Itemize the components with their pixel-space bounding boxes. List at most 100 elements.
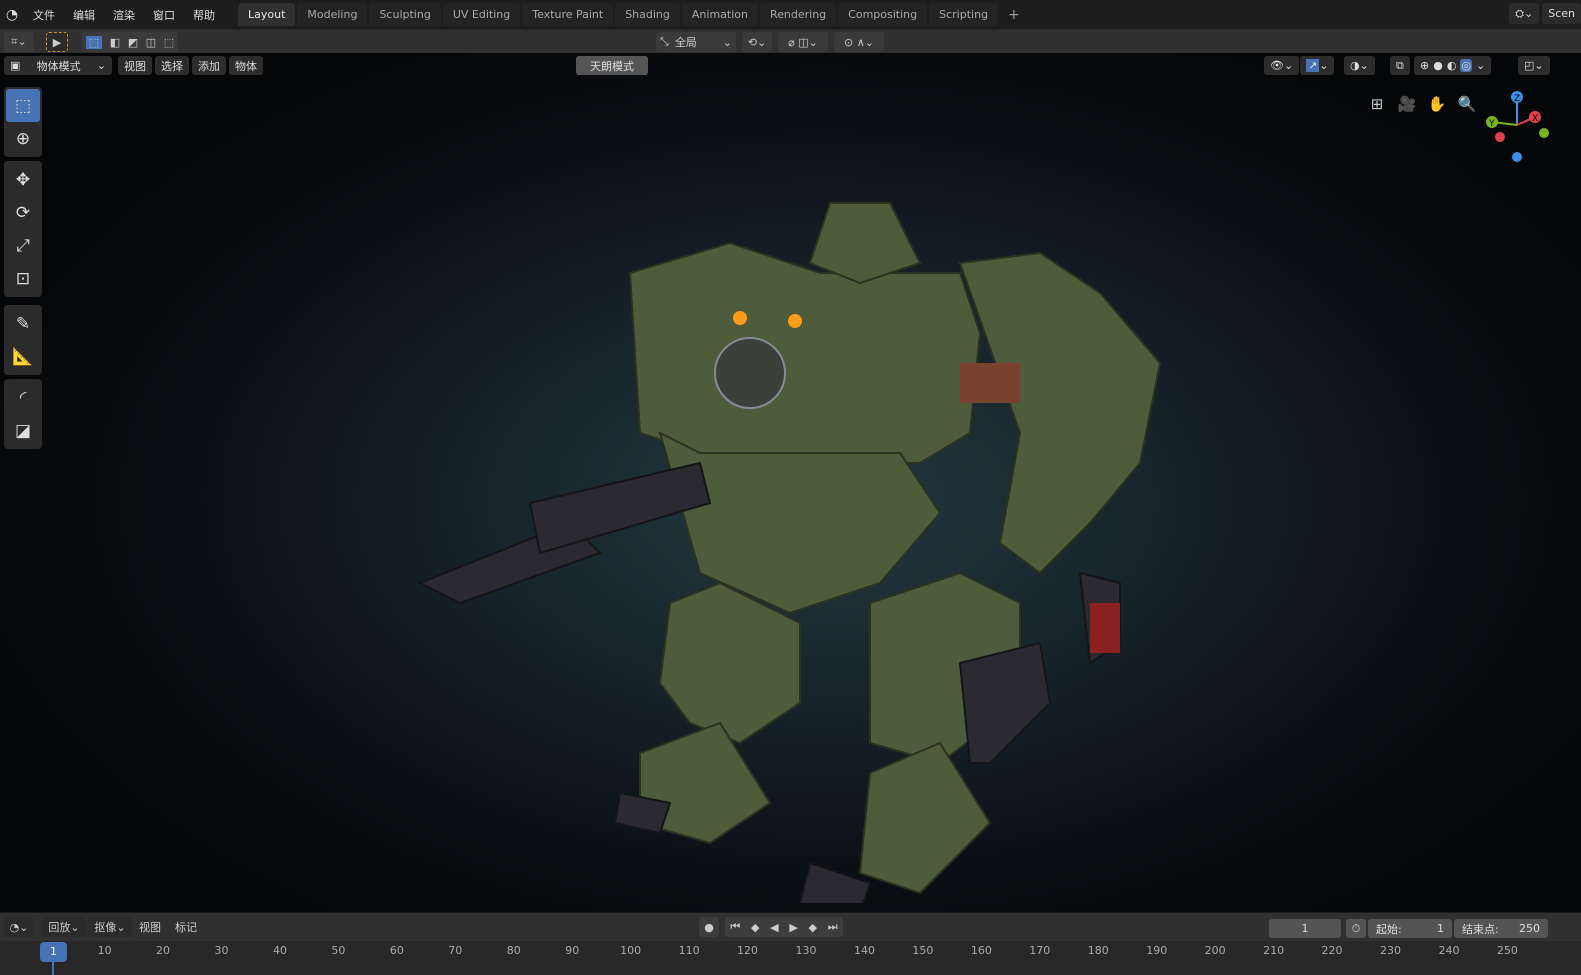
transform-icon[interactable]: ⊡	[6, 262, 40, 295]
svg-text:Y: Y	[1488, 119, 1495, 129]
solid-shading-icon[interactable]: ●	[1433, 59, 1443, 72]
record-icon[interactable]: ●	[699, 917, 719, 937]
toggle-camera-grid-icon[interactable]: ⊞	[1364, 91, 1390, 117]
timeline-menu-marker[interactable]: 标记	[170, 917, 202, 937]
editor-options-dropdown[interactable]: ◰⌄	[1518, 56, 1550, 75]
next-keyframe-icon[interactable]: ◆	[809, 921, 817, 934]
menu-edit[interactable]: 编辑	[64, 7, 104, 23]
menu-add[interactable]: 添加	[192, 56, 226, 75]
menu-object[interactable]: 物体	[229, 56, 263, 75]
editor-type-button[interactable]: ⌗⌄	[4, 32, 34, 52]
menu-file[interactable]: 文件	[24, 7, 64, 23]
end-frame-field[interactable]: 结束点: 250	[1454, 919, 1548, 938]
snap-toggle-icon[interactable]: ⌀ ◫⌄	[778, 32, 828, 52]
mode-dropdown[interactable]: ▣ 物体模式 ⌄	[4, 56, 112, 75]
timeline-ruler[interactable]: 1 10 20 30 40 50 60 70 80 90 100 110 120 130 140 150 16…	[0, 941, 1581, 975]
pan-view-icon[interactable]: ✋	[1424, 91, 1450, 117]
frame-tick: 180	[1087, 944, 1109, 957]
add-workspace-icon[interactable]: +	[1000, 3, 1028, 26]
frame-tick: 240	[1438, 944, 1460, 957]
frame-tick: 80	[506, 944, 521, 957]
start-frame-field[interactable]: 起始: 1	[1368, 919, 1452, 938]
navigation-gizmo[interactable]: Z X Y	[1480, 87, 1560, 167]
move-icon[interactable]: ✥	[6, 163, 40, 196]
proportional-editing-icon[interactable]: ⊙ ∧⌄	[834, 32, 884, 52]
timeline-menu-view[interactable]: 视图	[136, 917, 164, 937]
tab-sculpting[interactable]: Sculpting	[369, 3, 441, 26]
scene-browse-button[interactable]: ⛭⌄	[1509, 3, 1540, 24]
toolbar-transform-group: ✥ ⟳ ⤢ ⊡	[4, 161, 42, 297]
camera-view-icon[interactable]: 🎥	[1394, 91, 1420, 117]
transform-orientation-dropdown[interactable]: ⤡ 全局 ⌄	[656, 32, 736, 52]
rendered-shading-icon[interactable]: ◎	[1460, 59, 1473, 72]
playhead-frame[interactable]: 1	[40, 942, 67, 962]
material-shading-icon[interactable]: ◐	[1447, 59, 1457, 72]
measure-icon[interactable]: 📐	[6, 340, 40, 373]
frame-tick: 120	[737, 944, 759, 957]
mode-intersect-icon[interactable]: ⬚	[164, 36, 174, 49]
frame-tick: 110	[678, 944, 700, 957]
overlays-dropdown[interactable]: ◑⌄	[1344, 56, 1375, 75]
visibility-dropdown[interactable]: 👁⌄	[1264, 56, 1300, 75]
orientation-icon: ⤡	[660, 35, 669, 48]
annotate-icon[interactable]: ✎	[6, 307, 40, 340]
tab-texture-paint[interactable]: Texture Paint	[522, 3, 614, 26]
scene-name[interactable]: Scen	[1542, 3, 1581, 24]
preview-range-icon[interactable]: ⏱	[1346, 919, 1366, 938]
tab-layout[interactable]: Layout	[238, 3, 296, 26]
pivot-point-dropdown[interactable]: ⟲⌄	[742, 32, 772, 52]
3d-viewport[interactable]: ▣ 物体模式 ⌄ 视图 选择 添加 物体 天朗模式 👁⌄ ↗ ⌄ ◑⌄ ⧉ ⊕ ● ◐…	[0, 53, 1581, 912]
workspace-tabs: Layout Modeling Sculpting UV Editing Tex…	[238, 3, 1028, 26]
rotate-icon[interactable]: ⟳	[6, 196, 40, 229]
timeline-editor-type-button[interactable]: ◔⌄	[4, 917, 34, 937]
playback-dropdown[interactable]: 回放 ⌄	[42, 917, 86, 937]
toolbar-select-group: ⬚ ⊕	[4, 87, 42, 157]
frame-tick: 230	[1380, 944, 1401, 957]
tab-scripting[interactable]: Scripting	[929, 3, 999, 26]
start-value: 1	[1437, 922, 1444, 935]
keying-label: 抠像	[94, 921, 117, 934]
object-mode-icon: ▣	[10, 59, 21, 72]
menu-window[interactable]: 窗口	[144, 7, 184, 23]
mode-new-icon[interactable]: ⬚	[85, 35, 103, 49]
mode-subtract-icon[interactable]: ◩	[128, 36, 138, 49]
menu-help[interactable]: 帮助	[184, 7, 224, 23]
gizmo-toggle[interactable]: ↗ ⌄	[1300, 56, 1335, 75]
keying-dropdown[interactable]: 抠像 ⌄	[88, 917, 132, 937]
tab-animation[interactable]: Animation	[681, 3, 758, 26]
zoom-view-icon[interactable]: 🔍	[1454, 91, 1480, 117]
tab-rendering[interactable]: Rendering	[759, 3, 837, 26]
menu-select[interactable]: 选择	[155, 56, 189, 75]
shading-modes: ⊕ ● ◐ ◎ ⌄	[1414, 56, 1492, 75]
frame-tick: 150	[912, 944, 934, 957]
play-icon[interactable]: ▶	[789, 921, 797, 934]
xray-toggle-icon[interactable]: ⧉	[1390, 56, 1410, 75]
tab-modeling[interactable]: Modeling	[297, 3, 368, 26]
scale-icon[interactable]: ⤢	[6, 229, 40, 262]
select-box-icon[interactable]: ⬚	[6, 89, 40, 122]
mode-notice: 天朗模式	[576, 56, 648, 75]
wireframe-shading-icon[interactable]: ⊕	[1420, 59, 1429, 72]
tab-uv-editing[interactable]: UV Editing	[442, 3, 521, 26]
frame-tick: 10	[97, 944, 112, 957]
jump-end-icon[interactable]: ⏭	[828, 920, 838, 934]
current-frame-field[interactable]: 1	[1269, 919, 1341, 938]
tab-compositing[interactable]: Compositing	[838, 3, 928, 26]
frame-tick: 170	[1029, 944, 1051, 957]
mode-extend-icon[interactable]: ◧	[110, 36, 120, 49]
play-reverse-icon[interactable]: ◀	[770, 921, 778, 934]
cursor-icon[interactable]: ⊕	[6, 122, 40, 155]
mech-robot-model[interactable]	[400, 103, 1200, 903]
menu-render[interactable]: 渲染	[104, 7, 144, 23]
jump-start-icon[interactable]: ⏮	[730, 920, 740, 934]
prev-keyframe-icon[interactable]: ◆	[751, 921, 759, 934]
blender-logo-icon[interactable]: ◔	[0, 7, 24, 23]
menu-view[interactable]: 视图	[118, 56, 152, 75]
mode-invert-icon[interactable]: ◫	[146, 36, 156, 49]
svg-text:X: X	[1532, 114, 1538, 124]
select-tool-icon[interactable]: ▶	[46, 32, 68, 52]
tab-shading[interactable]: Shading	[615, 3, 680, 26]
mode-value: 物体模式	[36, 59, 81, 73]
add-curve-icon[interactable]: ◜	[6, 381, 40, 414]
add-cube-icon[interactable]: ◪	[6, 414, 40, 447]
